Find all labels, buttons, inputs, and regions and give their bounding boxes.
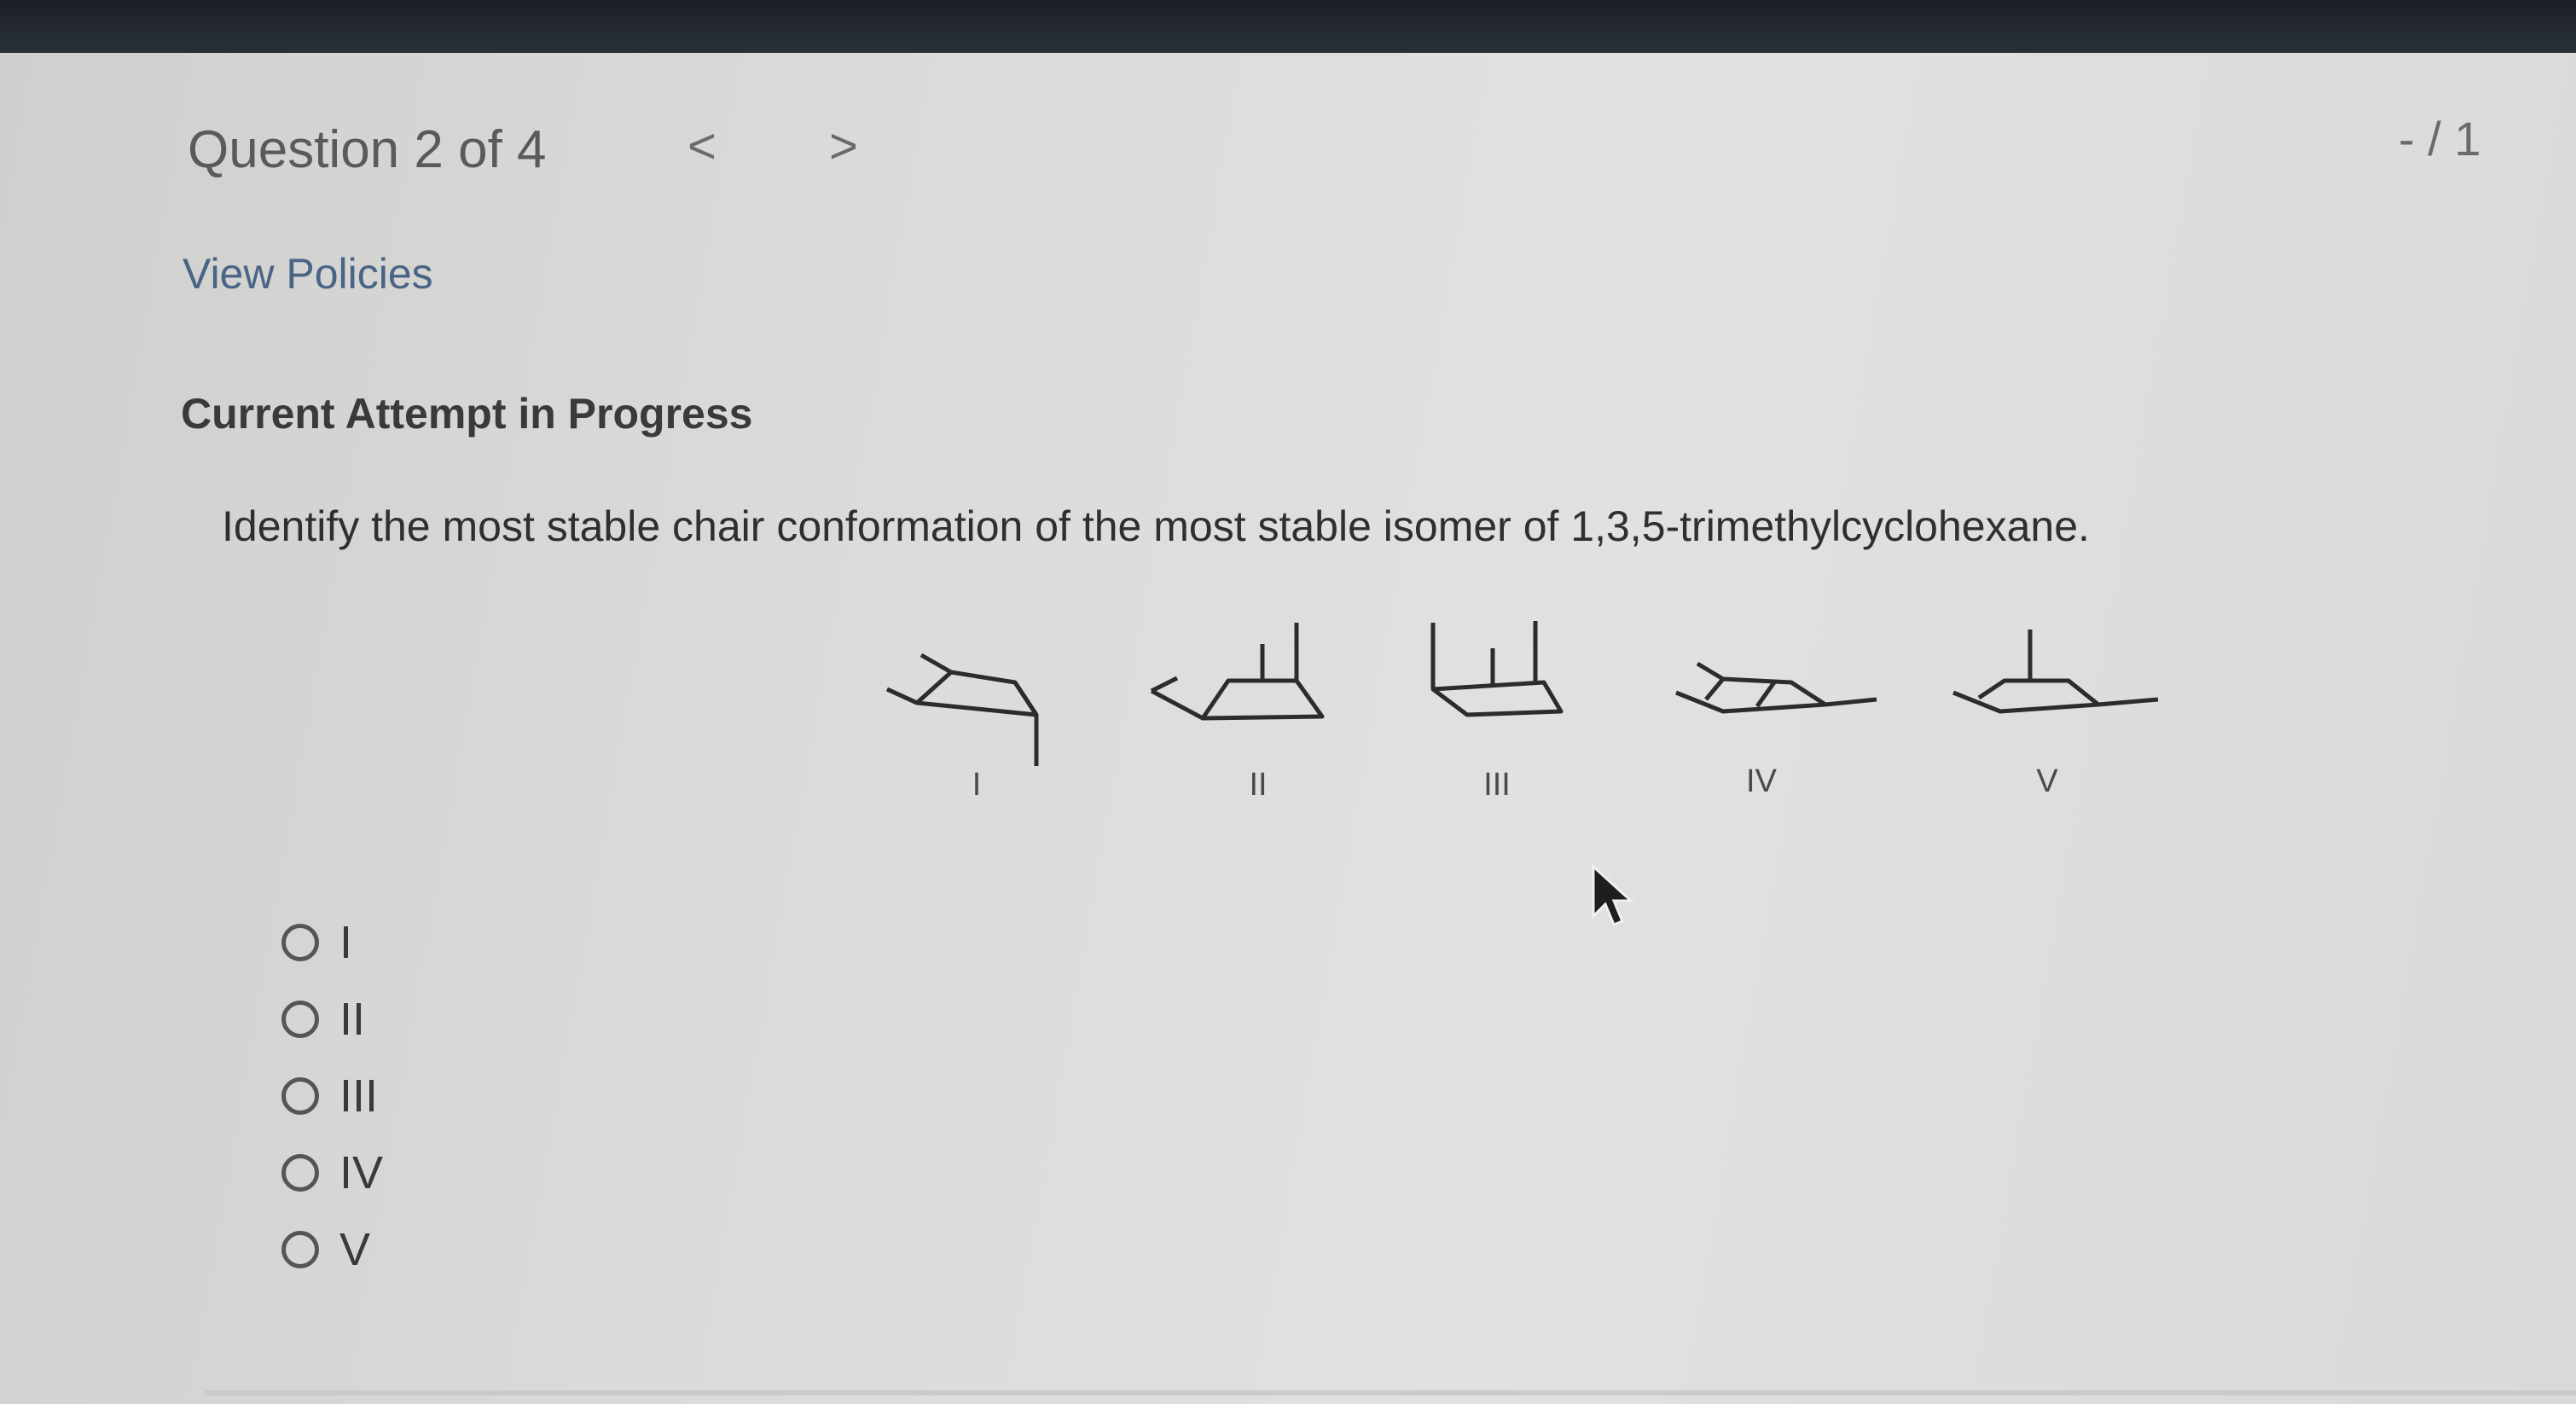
choice-label: I <box>339 917 353 968</box>
choice-ii[interactable]: II <box>281 981 383 1058</box>
choice-iv[interactable]: IV <box>281 1134 383 1211</box>
structure-label-v: V <box>2036 763 2058 799</box>
question-prompt: Identify the most stable chair conformat… <box>222 502 2090 550</box>
chair-structure-v <box>1952 629 2159 714</box>
structure-label-iv: IV <box>1746 763 1778 799</box>
chair-structure-iv <box>1675 661 1877 714</box>
question-title: Question 2 of 4 <box>188 120 547 179</box>
choice-label: IV <box>339 1147 384 1198</box>
radio-button[interactable] <box>281 1154 319 1192</box>
chair-structure-iii <box>1430 621 1564 717</box>
choice-v[interactable]: V <box>281 1211 383 1288</box>
radio-button[interactable] <box>281 1231 319 1268</box>
score-display: - / 1 <box>2399 112 2481 165</box>
chair-structure-i <box>885 653 1039 766</box>
radio-button[interactable] <box>281 924 319 961</box>
radio-button[interactable] <box>281 1077 319 1115</box>
structure-label-i: I <box>972 767 982 803</box>
chair-structure-ii <box>1150 623 1325 721</box>
choice-label: II <box>339 994 366 1045</box>
chevron-right-icon[interactable]: > <box>829 118 858 175</box>
divider <box>205 1390 2576 1395</box>
attempt-status: Current Attempt in Progress <box>181 390 753 438</box>
mouse-pointer-icon <box>1592 863 1634 926</box>
choice-iii[interactable]: III <box>281 1058 383 1134</box>
chevron-left-icon[interactable]: < <box>688 118 717 175</box>
choice-label: III <box>339 1070 379 1122</box>
choice-i[interactable]: I <box>281 904 383 981</box>
structure-label-iii: III <box>1483 767 1511 803</box>
chair-structures-figure: I II III IV V <box>885 621 2159 803</box>
choice-label: V <box>339 1224 371 1275</box>
answer-choices: I II III IV V <box>281 904 383 1288</box>
radio-button[interactable] <box>281 1001 319 1038</box>
structure-label-ii: II <box>1249 767 1267 803</box>
view-policies-link[interactable]: View Policies <box>183 249 433 299</box>
